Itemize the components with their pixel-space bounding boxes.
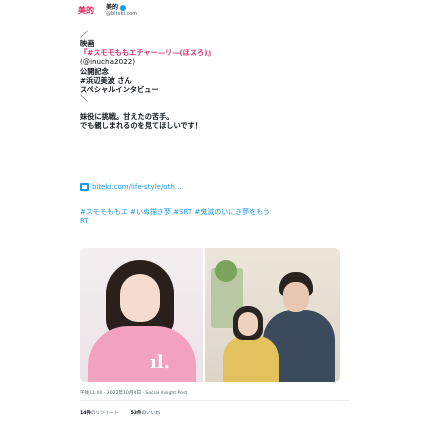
like-label: のいいね — [141, 411, 160, 416]
tweet-line-6[interactable]: #浜辺美波 さん — [80, 76, 350, 85]
retweet-label: のリツイート — [91, 411, 119, 416]
media-photo-woman[interactable]: ıl. — [80, 248, 203, 382]
tweet-line-8: ＼ — [80, 94, 88, 104]
tweet-gap — [80, 103, 350, 112]
scene-plant — [215, 260, 237, 282]
tweet-stats: 14件のリツイート 53件のいいね — [80, 410, 160, 416]
tweet-text: ／ 映画 『#スモモももエチャー—リ—(ほスろ)』 (@inucha2022) … — [80, 30, 350, 131]
account-names: 美的 @biteki.com — [106, 4, 137, 17]
account-handle[interactable]: @biteki.com — [106, 11, 137, 17]
photo-face — [120, 274, 160, 322]
scene-woman-body — [223, 336, 279, 382]
tweet-line-11: でも親しまれるのを見てほしいです！ — [80, 121, 202, 131]
scene-man-face — [283, 282, 309, 312]
media-photo-scene[interactable] — [205, 248, 340, 382]
photo-watermark: ıl. — [150, 352, 170, 373]
tweet-line-2: 映画 — [80, 39, 95, 48]
tweet-line-1: ／ — [80, 30, 88, 39]
photo-pink-sweater — [88, 326, 196, 382]
tweet-line-3[interactable]: 『#スモモももエチャー—リ—(ほスろ)』 — [80, 48, 350, 57]
retweet-count: 14件 — [80, 411, 91, 416]
display-name-text[interactable]: 美的 — [106, 4, 118, 11]
tweet-link[interactable]: biteki.com/life-style/oth… — [80, 183, 182, 191]
like-count: 53件 — [130, 411, 142, 416]
tweet-line-5: 公開記念 — [80, 66, 109, 76]
scene-woman-face — [238, 312, 258, 336]
tweet-timestamp[interactable]: 午後11:00 · 2022年10月4日 · Social Insight Po… — [80, 390, 187, 396]
retweet-stat[interactable]: 14件のリツイート — [80, 410, 119, 416]
tweet-line-10: 妹役に挑戦。甘えたの苦手。 — [80, 112, 174, 122]
tweet-line-4[interactable]: (@inucha2022) — [80, 57, 350, 66]
tweet-media[interactable]: ıl. — [80, 248, 340, 382]
divider — [80, 400, 350, 401]
tweet-header: 美的 美的 @biteki.com — [78, 4, 137, 18]
verified-badge-icon — [120, 4, 127, 11]
tweet-line-7: スペシャルインタビュー — [80, 85, 159, 95]
link-icon — [80, 183, 89, 191]
account-avatar[interactable]: 美的 — [78, 4, 100, 18]
hashtags[interactable]: #スモモももエ #いぬ描き夢 #SRT #鬼滅のいにき夢をもう RT — [80, 208, 360, 226]
account-display-name[interactable]: 美的 — [106, 4, 137, 11]
link-text[interactable]: biteki.com/life-style/oth… — [92, 183, 182, 191]
like-stat[interactable]: 53件のいいね — [131, 410, 160, 416]
